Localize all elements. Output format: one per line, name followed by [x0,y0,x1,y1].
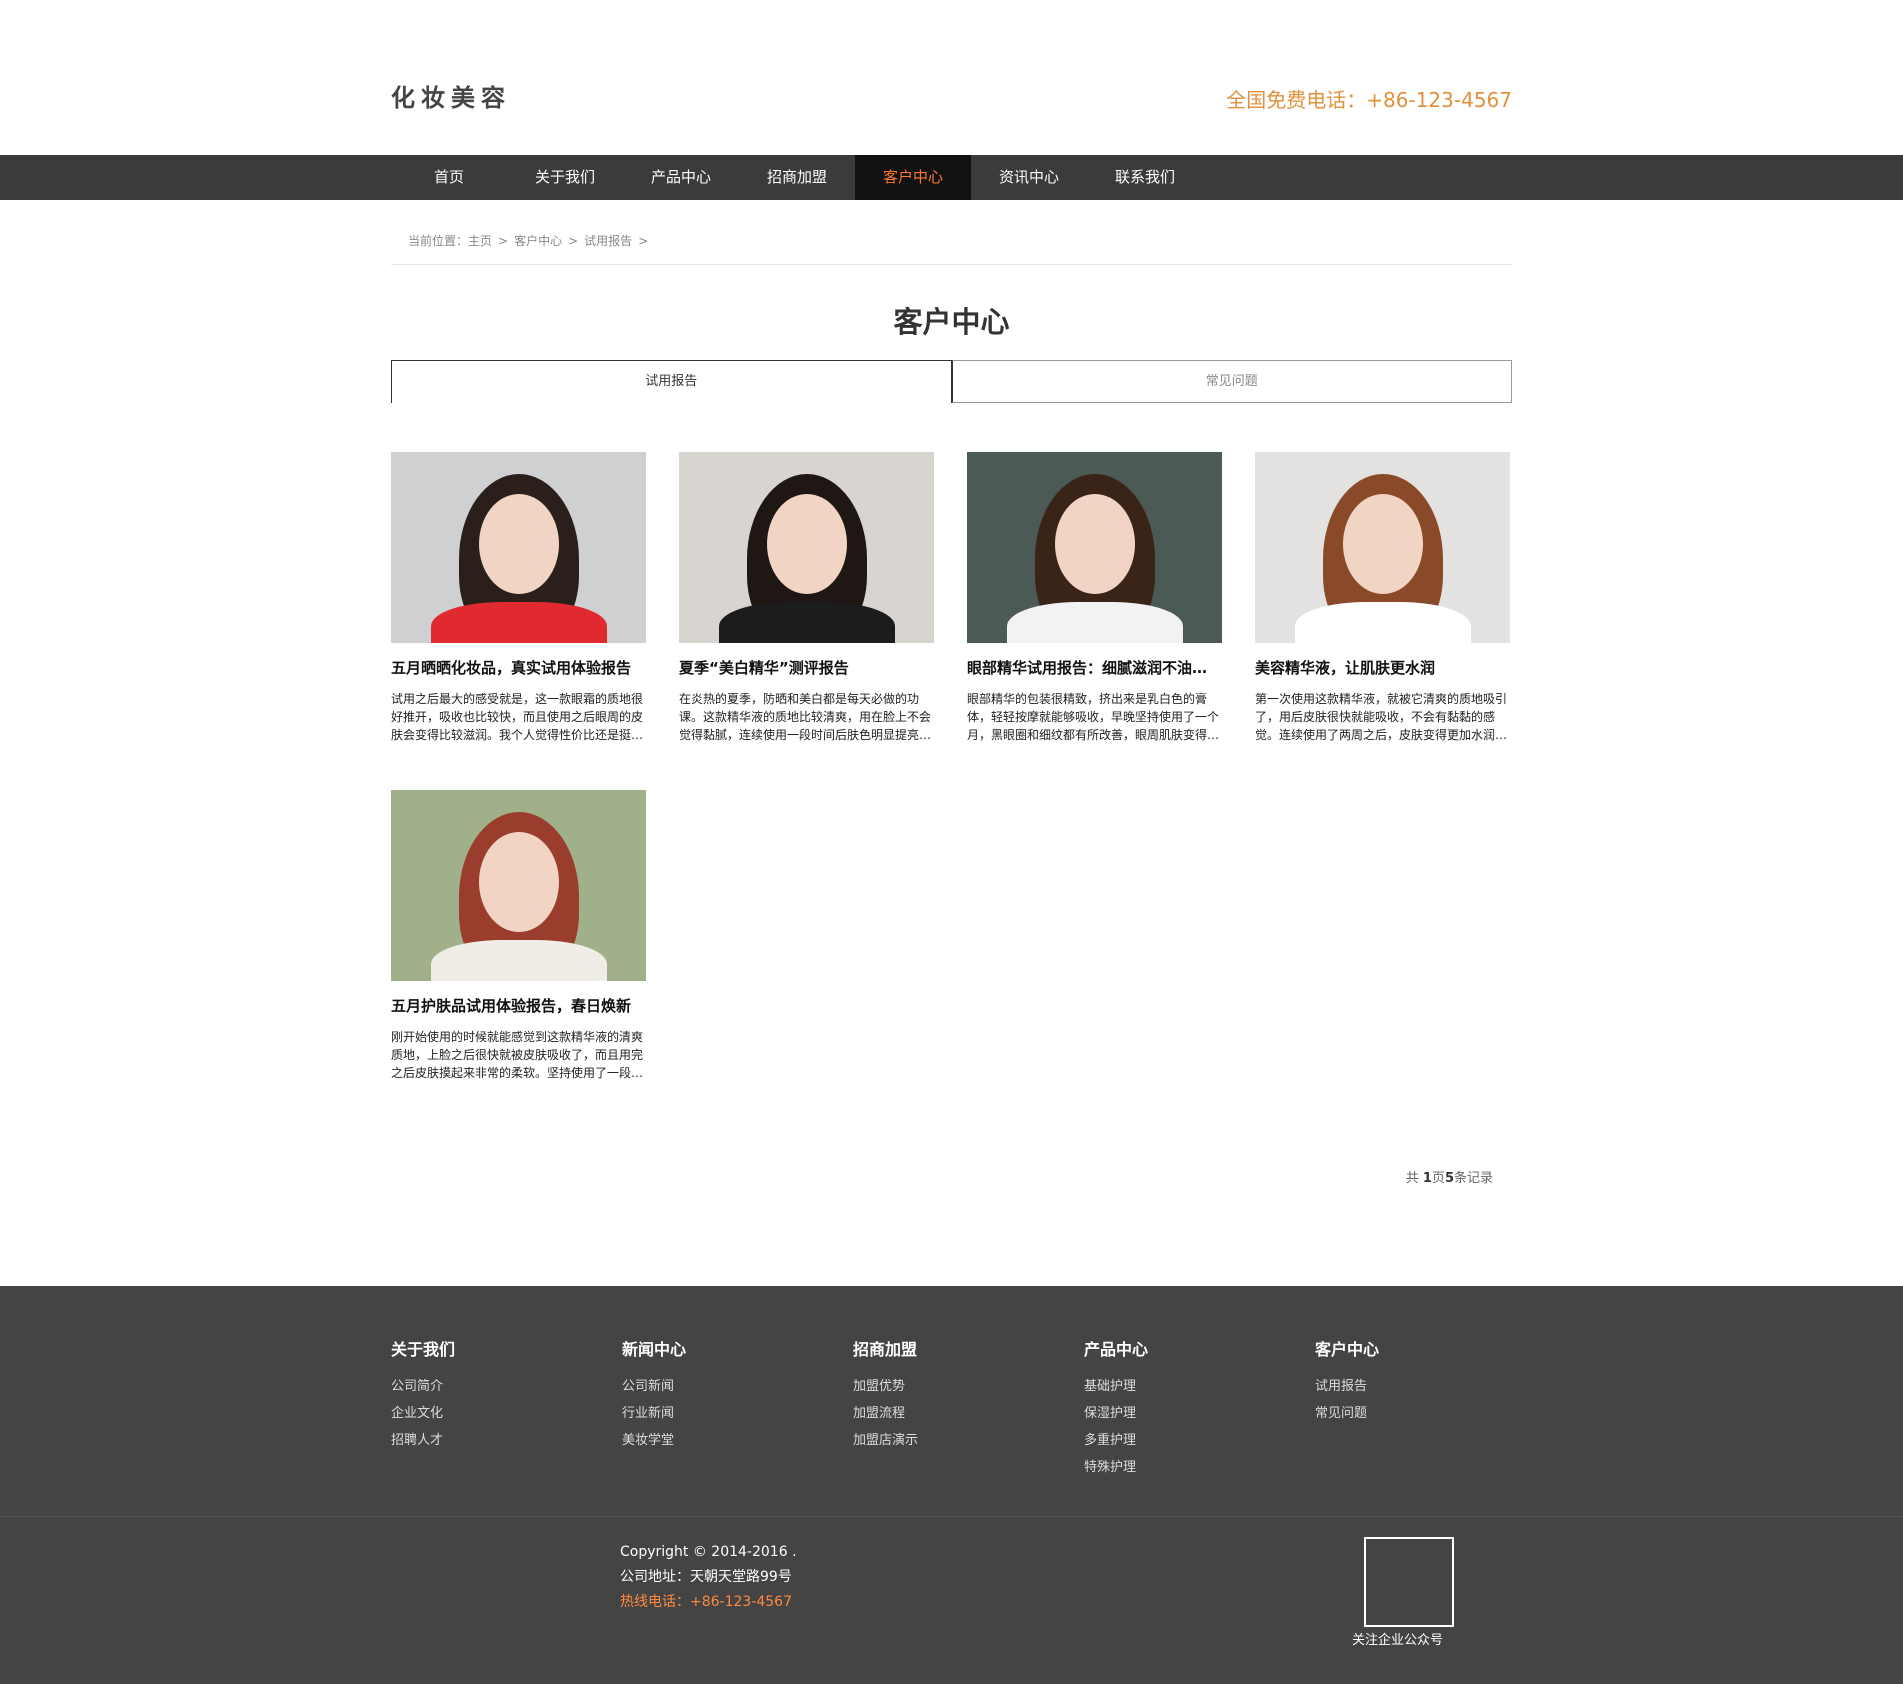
footer-hotline: 热线电话：+86-123-4567 [620,1594,792,1610]
photo-clothing [1295,602,1471,643]
footer-link[interactable]: 保湿护理 [1084,1400,1315,1427]
report-title[interactable]: 五月护肤品试用体验报告，春日焕新 [391,995,646,1016]
report-summary: 刚开始使用的时候就能感觉到这款精华液的清爽质地，上脸之后很快就被皮肤吸收了，而且… [391,1030,644,1080]
footer-column-title[interactable]: 新闻中心 [622,1336,853,1360]
footer-column: 新闻中心公司新闻 行业新闻 美妆学堂 [622,1336,853,1481]
pager-suffix: 条记录 [1453,1171,1493,1186]
report-photo[interactable] [679,452,934,643]
footer-column: 产品中心基础护理 保湿护理 多重护理 特殊护理 [1084,1336,1315,1481]
photo-face [1055,494,1135,594]
footer-column: 招商加盟加盟优势 加盟流程 加盟店演示 [853,1336,1084,1481]
main-nav: 首页 关于我们 产品中心 招商加盟 客户中心 资讯中心 联系我们 [0,155,1903,200]
pager-prefix: 共 [1405,1171,1423,1186]
tab-faq[interactable]: 常见问题 [951,360,1512,403]
report-title[interactable]: 五月晒晒化妆品，真实试用体验报告 [391,657,646,678]
pager-mid: 页 [1431,1171,1445,1186]
page-title: 客户中心 [893,305,1010,339]
footer-column-title[interactable]: 产品中心 [1084,1336,1315,1360]
report-card[interactable]: 五月晒晒化妆品，真实试用体验报告试用之后最大的感受就是，这一款眼霜的质地很好推开… [391,452,646,769]
footer-link[interactable]: 行业新闻 [622,1400,853,1427]
photo-face [479,494,559,594]
footer-link[interactable]: 企业文化 [391,1400,622,1427]
report-title[interactable]: 夏季“美白精华”测评报告 [679,657,934,678]
report-card[interactable]: 五月护肤品试用体验报告，春日焕新刚开始使用的时候就能感觉到这款精华液的清爽质地，… [391,790,646,1107]
report-photo[interactable] [391,790,646,981]
report-summary: 试用之后最大的感受就是，这一款眼霜的质地很好推开，吸收也比较快，而且使用之后眼周… [391,692,644,742]
photo-clothing [1007,602,1183,643]
report-grid: 五月晒晒化妆品，真实试用体验报告试用之后最大的感受就是，这一款眼霜的质地很好推开… [391,452,1551,1128]
breadcrumb: 当前位置：主页 > 客户中心 > 试用报告 > [391,232,1512,265]
footer-column: 客户中心试用报告 常见问题 [1315,1336,1546,1481]
footer-link[interactable]: 公司简介 [391,1373,622,1400]
photo-clothing [431,602,607,643]
footer-link[interactable]: 招聘人才 [391,1427,622,1454]
site-logo[interactable]: 化妆美容 [391,78,511,113]
photo-clothing [431,940,607,981]
report-summary: 眼部精华的包装很精致，挤出来是乳白色的膏体，轻轻按摩就能够吸收，早晚坚持使用了一… [967,692,1220,742]
breadcrumb-home[interactable]: 主页 [468,234,492,248]
footer-link[interactable]: 试用报告 [1315,1373,1546,1400]
footer-column-title[interactable]: 关于我们 [391,1336,622,1360]
report-title[interactable]: 美容精华液，让肌肤更水润 [1255,657,1510,678]
main-content: 当前位置：主页 > 客户中心 > 试用报告 > 客户中心 试用报告 常见问题 五月晒晒化妆… [391,232,1512,1186]
footer-link[interactable]: 基础护理 [1084,1373,1315,1400]
report-summary: 在炎热的夏季，防晒和美白都是每天必做的功课。这款精华液的质地比较清爽，用在脸上不… [679,692,932,742]
qr-code-image [1364,1537,1454,1627]
site-footer: 关于我们 公司简介 企业文化 招聘人才 新闻中心 公司新闻 行业新闻 美妆学堂 招商加盟 加盟优势… [0,1286,1903,1684]
footer-column-title[interactable]: 招商加盟 [853,1336,1084,1360]
photo-face [1343,494,1423,594]
breadcrumb-separator: > [498,234,509,248]
photo-clothing [719,602,895,643]
footer-divider [0,1516,1903,1517]
breadcrumb-trial-report[interactable]: 试用报告 [584,234,632,248]
footer-link[interactable]: 公司新闻 [622,1373,853,1400]
report-photo[interactable] [391,452,646,643]
footer-link[interactable]: 加盟店演示 [853,1427,1084,1454]
report-summary: 第一次使用这款精华液，就被它清爽的质地吸引了，用后皮肤很快就能吸收，不会有黏黏的… [1255,692,1508,742]
tab-trial-report[interactable]: 试用报告 [391,360,952,403]
footer-link[interactable]: 多重护理 [1084,1427,1315,1454]
breadcrumb-customer-center[interactable]: 客户中心 [514,234,562,248]
footer-link[interactable]: 美妆学堂 [622,1427,853,1454]
nav-item[interactable]: 资讯中心 [971,155,1087,200]
footer-link[interactable]: 加盟优势 [853,1373,1084,1400]
nav-item[interactable]: 招商加盟 [739,155,855,200]
site-header: 化妆美容 全国免费电话：+86-123-4567 [0,0,1903,155]
report-card[interactable]: 夏季“美白精华”测评报告在炎热的夏季，防晒和美白都是每天必做的功课。这款精华液的… [679,452,934,769]
photo-face [479,832,559,932]
pager-pages: 1 [1422,1171,1432,1186]
footer-copyright: Copyright © 2014-2016 . [620,1544,797,1560]
category-tabs: 试用报告 常见问题 [391,360,1512,403]
nav-item[interactable]: 客户中心 [855,155,971,200]
report-title[interactable]: 眼部精华试用报告：细腻滋润不油腻，效果明显 [967,657,1222,678]
footer-column-title[interactable]: 客户中心 [1315,1336,1546,1360]
report-photo[interactable] [967,452,1222,643]
report-photo[interactable] [1255,452,1510,643]
report-card[interactable]: 美容精华液，让肌肤更水润第一次使用这款精华液，就被它清爽的质地吸引了，用后皮肤很… [1255,452,1510,769]
breadcrumb-separator: > [568,234,579,248]
breadcrumb-separator: > [638,234,649,248]
footer-address: 公司地址：天朝天堂路99号 [620,1569,792,1585]
footer-link[interactable]: 常见问题 [1315,1400,1546,1427]
nav-item[interactable]: 首页 [391,155,507,200]
footer-column: 关于我们公司简介 企业文化 招聘人才 [391,1336,622,1481]
footer-link[interactable]: 加盟流程 [853,1400,1084,1427]
pager-records: 5 [1444,1171,1454,1186]
pagination-summary: 共 1页5条记录 [391,1167,1512,1186]
nav-item[interactable]: 产品中心 [623,155,739,200]
breadcrumb-prefix: 当前位置： [408,234,469,248]
qr-code-label: 关注企业公众号 [1352,1633,1444,1648]
header-hotline: 全国免费电话：+86-123-4567 [1226,88,1512,112]
nav-item[interactable]: 联系我们 [1087,155,1203,200]
report-card[interactable]: 眼部精华试用报告：细腻滋润不油腻，效果明显眼部精华的包装很精致，挤出来是乳白色的… [967,452,1222,769]
nav-item[interactable]: 关于我们 [507,155,623,200]
photo-face [767,494,847,594]
footer-columns: 关于我们 公司简介 企业文化 招聘人才 新闻中心 公司新闻 行业新闻 美妆学堂 招商加盟 加盟优势… [391,1336,1546,1481]
footer-link[interactable]: 特殊护理 [1084,1454,1315,1481]
footer-info: Copyright © 2014-2016 . 公司地址：天朝天堂路99号 热线… [620,1540,797,1615]
